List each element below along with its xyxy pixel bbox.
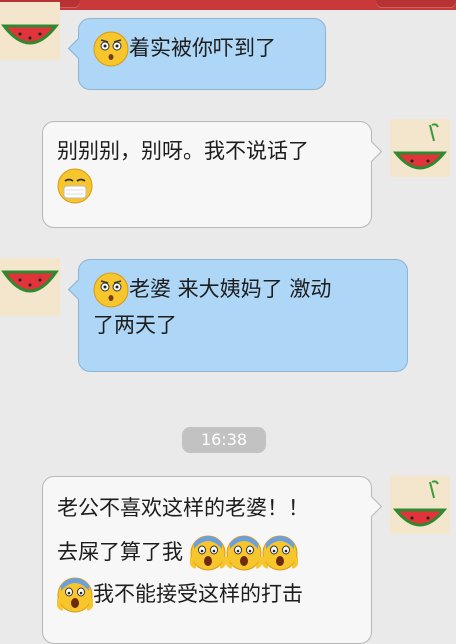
masked-face-icon — [57, 168, 93, 204]
message-text: 着实被你吓到了 — [129, 36, 276, 60]
shocked-face-icon — [93, 31, 129, 67]
bubble-tail — [67, 278, 90, 301]
profile-button[interactable] — [376, 0, 456, 8]
message-text-line-1: 老公不喜欢这样的老婆！！ — [57, 496, 309, 520]
my-avatar[interactable] — [390, 119, 450, 177]
message-text-line-2: 了两天了 — [93, 313, 177, 337]
my-avatar[interactable] — [390, 476, 450, 534]
shocked-face-icon — [93, 272, 129, 308]
message-bubble[interactable]: 老婆 来大姨妈了 激动 了两天了 — [67, 259, 408, 372]
scream-icon — [261, 535, 298, 571]
bubble-tail — [360, 495, 383, 518]
message-bubble[interactable]: 老公不喜欢这样的老婆！！ 去屎了算了我 我不能接受这样的打击 — [42, 476, 383, 644]
scream-icon — [57, 577, 93, 613]
scream-icon — [225, 535, 262, 571]
bubble-tail — [67, 37, 90, 60]
message-text-line-1: 老婆 来大姨妈了 激动 — [129, 277, 332, 301]
scream-icon — [189, 535, 226, 571]
message-text-line-3: 我不能接受这样的打击 — [93, 582, 303, 606]
message-text-line-2: 去屎了算了我 — [57, 540, 183, 564]
message-text: 别别别，别呀。我不说话了 — [57, 139, 309, 163]
contact-avatar[interactable] — [0, 2, 60, 60]
timestamp-pill: 16:38 — [182, 427, 266, 453]
bubble-tail — [360, 140, 383, 163]
message-bubble[interactable]: 着实被你吓到了 — [67, 18, 326, 90]
contact-avatar[interactable] — [0, 258, 60, 316]
message-bubble[interactable]: 别别别，别呀。我不说话了 — [42, 121, 383, 228]
